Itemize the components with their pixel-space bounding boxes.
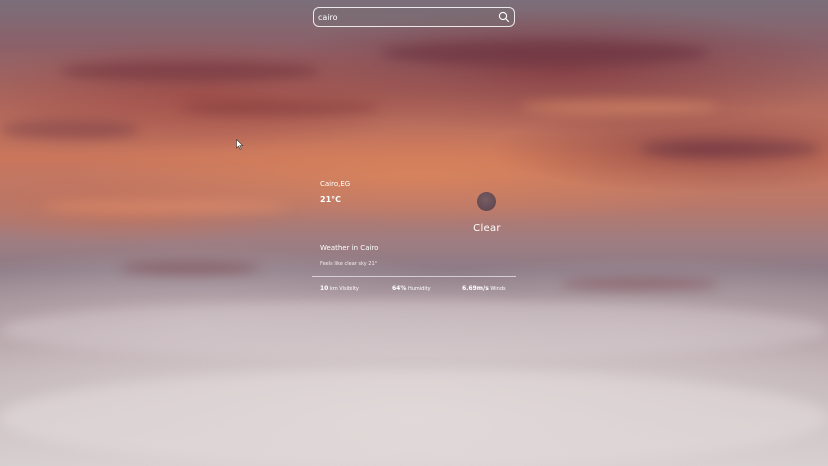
divider: [312, 276, 516, 277]
search-icon: [498, 11, 510, 23]
humidity-label: Humidity: [407, 286, 431, 292]
cloud-streak: [60, 60, 320, 82]
search-button[interactable]: [497, 10, 511, 24]
cloud-streak: [520, 100, 720, 114]
mouse-cursor-icon: [236, 139, 244, 150]
search-input[interactable]: [318, 9, 493, 25]
city-name: Cairo,EG: [320, 180, 351, 188]
cloud-streak: [640, 140, 820, 158]
cloud-streak: [0, 300, 828, 360]
sky-background: Cairo,EG 21°C Clear Weather in Cairo Fee…: [0, 0, 828, 466]
cloud-streak: [560, 278, 720, 290]
weather-condition: Clear: [473, 223, 501, 234]
humidity-value: 64%: [392, 285, 407, 292]
humidity-stat: 64% Humidity: [392, 285, 431, 292]
cloud-streak: [0, 370, 828, 466]
weather-heading: Weather in Cairo: [320, 244, 379, 252]
cloud-streak: [380, 40, 710, 66]
visibility-label: km Visibilty: [329, 286, 359, 292]
wind-stat: 6.69m/s Winds: [462, 285, 506, 292]
visibility-stat: 10 km Visibilty: [320, 285, 359, 292]
cloud-streak: [40, 200, 290, 214]
cloud-streak: [0, 120, 140, 140]
visibility-value: 10: [320, 285, 329, 292]
weather-card: Cairo,EG 21°C Clear Weather in Cairo Fee…: [312, 170, 516, 298]
wind-value: 6.69m/s: [462, 285, 489, 292]
temperature: 21°C: [320, 195, 342, 204]
wind-label: Winds: [490, 286, 506, 292]
weather-condition-icon: [477, 192, 496, 211]
cloud-streak: [120, 262, 260, 274]
feels-like: Feels like clear sky 21°: [320, 261, 378, 267]
cloud-streak: [180, 100, 380, 116]
search-bar: [313, 7, 515, 27]
